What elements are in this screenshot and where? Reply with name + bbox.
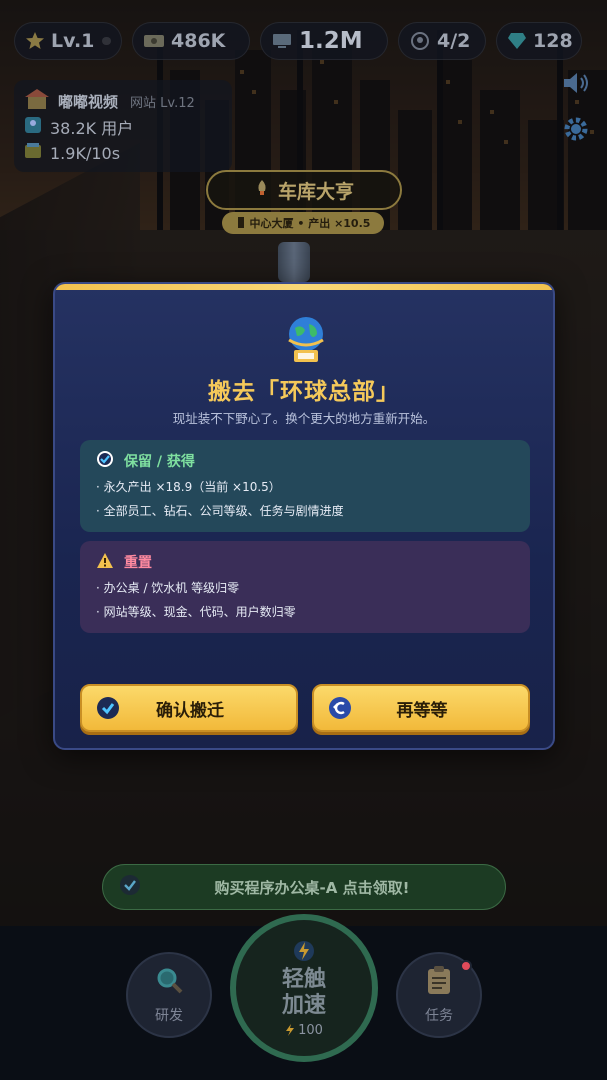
quest-text: 购买程序办公桌-A 点击领取! [214,878,410,897]
reset-section: 重置 · 办公桌 / 饮水机 等级归零 · 网站等级、现金、代码、用户数归零 [80,541,530,633]
boost-cost-value: 100 [298,1022,323,1038]
gem-value: 128 [533,30,573,52]
research-label: 研发 [155,1008,183,1024]
location-title-banner[interactable]: 车库大亨 [206,170,402,210]
boost-cost: 100 [285,1023,323,1038]
boost-label-line2: 加速 [281,992,326,1018]
confirm-relocate-label: 确认搬迁 [156,700,224,721]
rocket-icon [254,179,270,202]
relocate-dialog: 搬去「环球总部」 现址装不下野心了。换个更大的地方重新开始。 保留 / 获得 ·… [53,282,555,750]
dialog-title: 搬去「环球总部」 [208,379,400,405]
star-icon [25,30,45,52]
sound-icon[interactable] [559,66,593,100]
clipboard-icon [426,965,452,999]
cash-pill[interactable]: 486K [132,22,250,60]
location-title: 车库大亨 [277,180,354,203]
code-pill[interactable]: 1.2M [260,22,388,60]
computer-icon [271,30,293,52]
keep-heading: 保留 / 获得 [124,454,195,470]
users-icon [24,116,42,138]
website-level: 网站 Lv.12 [130,95,195,111]
dialog-subtitle: 现址装不下野心了。换个更大的地方重新开始。 [172,411,436,426]
reset-heading: 重置 [124,555,152,571]
website-name: 嘟嘟视频 [58,92,119,111]
water-barrel-prop [278,242,310,282]
globe-hq-icon [283,314,329,366]
lightning-icon [286,1024,295,1036]
level-pill[interactable]: Lv.1 [14,22,122,60]
website-info-card[interactable]: 嘟嘟视频 网站 Lv.12 38.2K 用户 1.9K/10s [14,80,232,172]
check-circle-icon [96,696,120,720]
level-value: Lv.1 [51,30,95,52]
quest-reward-bar[interactable]: 购买程序办公桌-A 点击领取! [102,864,506,910]
boost-label-line1: 轻触 [281,966,326,992]
warning-icon [96,552,114,573]
website-users: 38.2K 用户 [50,119,134,138]
tap-boost-button[interactable]: 轻触 加速 100 [230,914,378,1062]
dialog-accent-bar [55,284,553,290]
website-income-rate: 1.9K/10s [50,143,121,163]
headset-icon [409,30,431,52]
lightning-icon [293,939,315,967]
tasks-button[interactable]: 任务 [396,952,482,1038]
next-location-text: 中心大厦 • 产出 ×10.5 [249,217,371,230]
gem-pill[interactable]: 128 [496,22,582,60]
website-logo-icon [24,88,50,114]
notification-badge [460,960,472,972]
wait-label: 再等等 [396,700,448,721]
check-circle-icon [119,874,141,900]
top-hud: Lv.1 486K 1.2M 4/2 128 [14,20,593,62]
reset-line: · 网站等级、现金、代码、用户数归零 [96,605,296,619]
staff-value: 4/2 [437,30,471,52]
research-button[interactable]: 研发 [126,952,212,1038]
reset-line: · 办公桌 / 饮水机 等级归零 [96,581,240,595]
income-rate-icon [24,142,42,164]
cash-icon [143,30,165,52]
keep-section: 保留 / 获得 · 永久产出 ×18.9（当前 ×10.5） · 全部员工、钻石… [80,440,530,532]
back-arrow-icon [328,696,352,720]
next-location-hint: 中心大厦 • 产出 ×10.5 [222,212,384,234]
diamond-icon [507,30,527,52]
level-progress-bar [102,37,111,45]
gear-icon[interactable] [559,112,593,146]
confirm-relocate-button[interactable]: 确认搬迁 [80,684,298,732]
check-circle-icon [96,450,114,472]
keep-line: · 永久产出 ×18.9（当前 ×10.5） [96,480,281,494]
code-value: 1.2M [299,28,363,54]
staff-pill[interactable]: 4/2 [398,22,486,60]
tasks-label: 任务 [425,1008,453,1024]
cash-value: 486K [171,30,226,52]
keep-line: · 全部员工、钻石、公司等级、任务与剧情进度 [96,504,344,518]
building-icon [236,216,246,231]
magnifier-icon [154,965,184,999]
wait-button[interactable]: 再等等 [312,684,530,732]
